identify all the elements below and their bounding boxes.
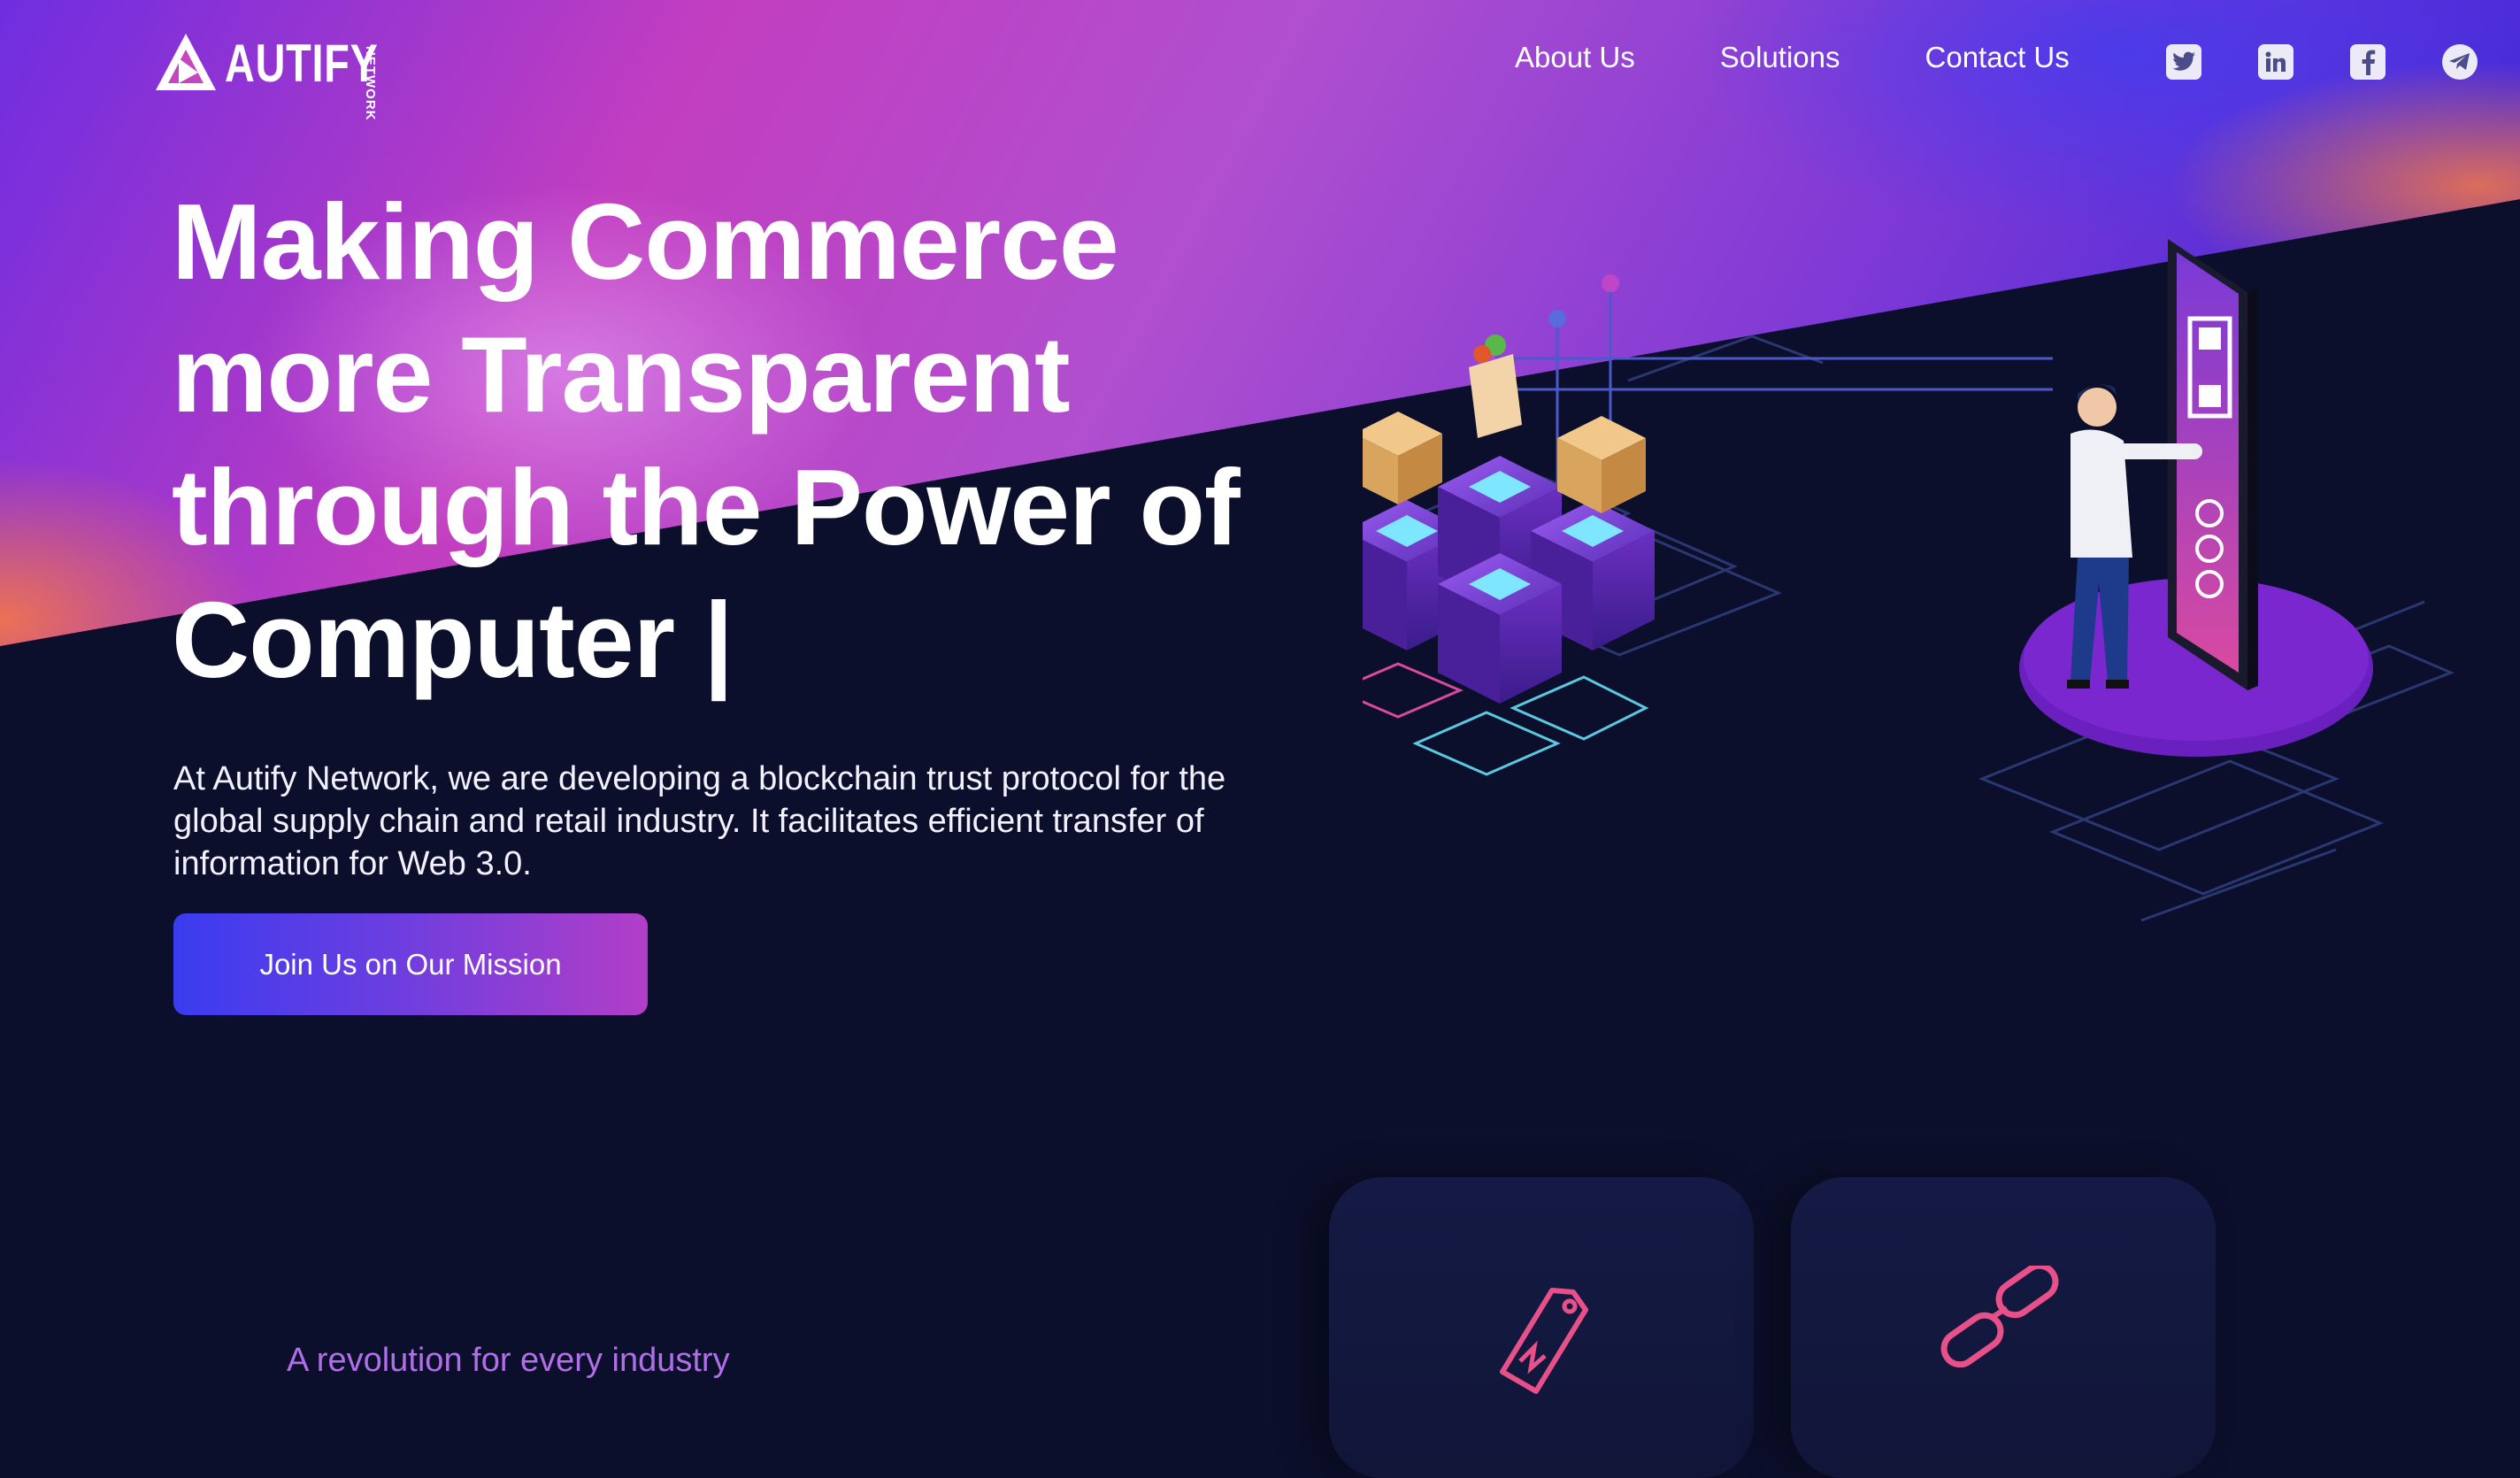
chain-link-icon bbox=[1940, 1266, 2059, 1368]
main-nav: About Us Solutions Contact Us bbox=[1515, 41, 2070, 74]
twitter-icon[interactable] bbox=[2166, 44, 2201, 80]
price-tag-icon bbox=[1500, 1288, 1588, 1394]
linkedin-icon[interactable] bbox=[2258, 44, 2293, 80]
section-tagline: A revolution for every industry bbox=[287, 1342, 730, 1379]
join-mission-button[interactable]: Join Us on Our Mission bbox=[173, 913, 648, 1015]
hero-title-line-2: more Transparent bbox=[172, 314, 1071, 435]
facebook-icon[interactable] bbox=[2350, 44, 2386, 80]
feature-card-pricing[interactable] bbox=[1329, 1177, 1754, 1478]
hero-title-line-4: Computer | bbox=[172, 580, 734, 700]
brand-sub: NETWORK bbox=[363, 46, 378, 121]
feature-card-blockchain[interactable] bbox=[1791, 1177, 2216, 1478]
telegram-icon[interactable] bbox=[2442, 44, 2478, 80]
hero-title-line-1: Making Commerce bbox=[172, 181, 1119, 302]
brand-logo[interactable]: AUTIFY bbox=[154, 32, 422, 94]
autify-logo-icon bbox=[156, 34, 216, 90]
hero-title-line-3: through the Power of bbox=[172, 447, 1241, 567]
nav-about-us[interactable]: About Us bbox=[1515, 41, 1635, 74]
hero-title: Making Commerce more Transparent through… bbox=[172, 175, 1322, 706]
hero-illustration bbox=[1363, 239, 2455, 922]
nav-solutions[interactable]: Solutions bbox=[1720, 41, 1840, 74]
brand-name: AUTIFY bbox=[225, 33, 379, 93]
social-links bbox=[2166, 44, 2478, 80]
nav-contact-us[interactable]: Contact Us bbox=[1925, 41, 2070, 74]
hero-description: At Autify Network, we are developing a b… bbox=[173, 760, 1226, 882]
